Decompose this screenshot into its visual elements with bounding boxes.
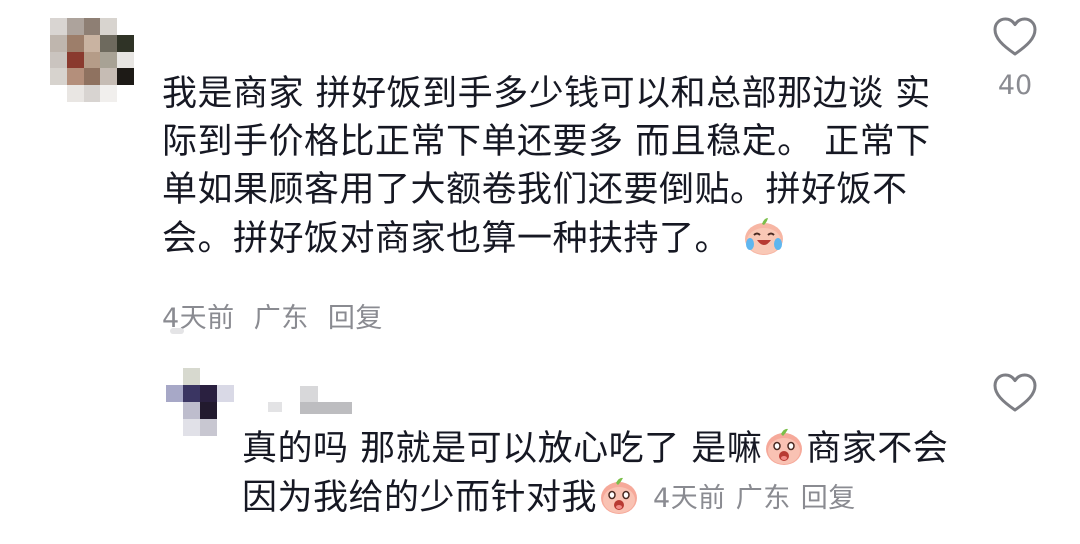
heart-outline-icon[interactable] (992, 16, 1038, 58)
divider (170, 328, 184, 334)
avatar[interactable] (50, 18, 134, 102)
reply-button[interactable]: 回复 (328, 303, 383, 334)
reply-like-group (985, 372, 1045, 414)
like-group: 40 (985, 16, 1045, 101)
reply-button[interactable]: 回复 (801, 483, 856, 514)
comment-line: 会。拼好饭对商家也算一种扶持了。 (162, 219, 731, 259)
comment-line: 际到手价格比正常下单还要多 而且稳定。 正常下 (162, 122, 931, 162)
reply-time: 4天前 (653, 483, 726, 514)
like-count: 40 (997, 70, 1033, 101)
peach-crying-emoji (601, 477, 638, 514)
reply-location: 广东 (735, 483, 791, 514)
laughing-with-tears-emoji (744, 218, 783, 255)
reply-line-tail: 商家不会 (806, 429, 949, 469)
reply-username[interactable] (268, 386, 354, 414)
reply-text: 真的吗 那就是可以放心吃了 是嘛 商家不会 因为我给的少而针对我 4天前 广东 回复 (242, 424, 962, 523)
reply-line: 真的吗 那就是可以放心吃了 是嘛 商家不会 (242, 424, 962, 473)
comment-line: 我是商家 拼好饭到手多少钱可以和总部那边谈 实 (162, 74, 931, 114)
comment-text: 我是商家 拼好饭到手多少钱可以和总部那边谈 实 际到手价格比正常下单还要多 而且… (162, 70, 942, 263)
comment-meta: 4天前 广东 回复 (162, 296, 393, 335)
reply-line-text: 因为我给的少而针对我 (242, 478, 598, 518)
reply-avatar[interactable] (166, 368, 234, 436)
heart-outline-icon[interactable] (992, 372, 1038, 414)
comment-location: 广东 (253, 303, 309, 334)
reply-line-text: 真的吗 那就是可以放心吃了 是嘛 (242, 429, 763, 469)
comment-line: 单如果顾客用了大额卷我们还要倒贴。拼好饭不 (162, 170, 908, 210)
reply-line: 因为我给的少而针对我 4天前 广东 回复 (242, 473, 962, 523)
peach-crying-emoji (766, 428, 803, 465)
comment-line-last: 会。拼好饭对商家也算一种扶持了。 (162, 214, 942, 263)
reply-meta: 4天前 广东 回复 (653, 475, 866, 523)
